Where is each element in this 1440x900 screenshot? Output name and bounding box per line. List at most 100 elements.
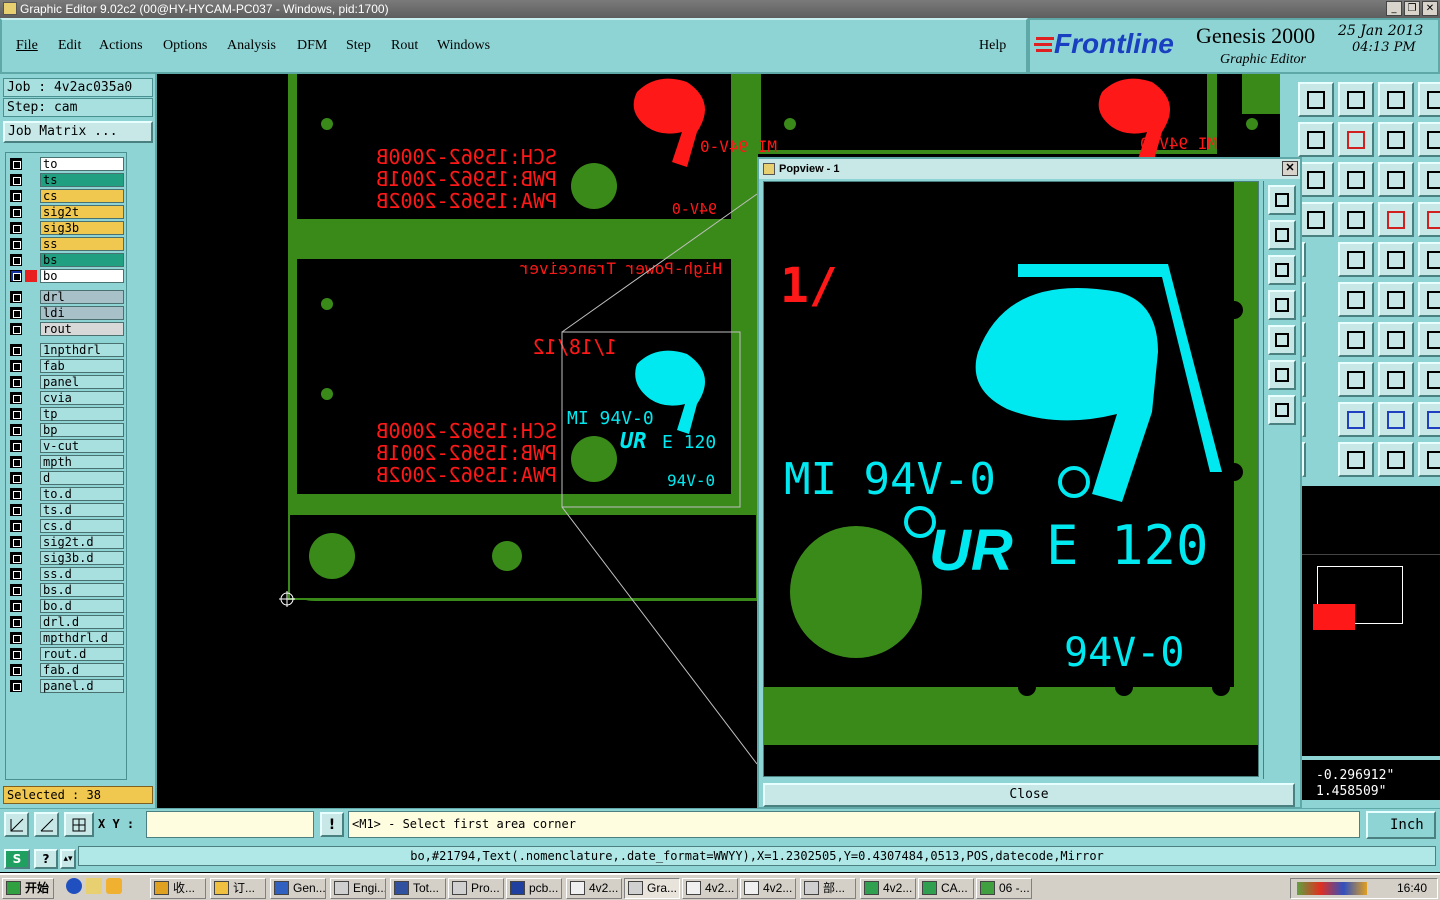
layer-row-sig3b.d[interactable]: sig3b.d [8, 551, 126, 566]
vector-icon[interactable] [1338, 242, 1374, 277]
slash-icon[interactable] [1338, 322, 1374, 357]
layer-name[interactable]: bs.d [40, 583, 124, 597]
layer-checkbox[interactable] [10, 158, 22, 170]
menu-windows[interactable]: Windows [437, 38, 490, 54]
layer-checkbox[interactable] [10, 376, 22, 388]
route-icon[interactable] [1302, 242, 1306, 277]
layer-name[interactable]: bo.d [40, 599, 124, 613]
taskbar-item[interactable]: 4v2... [682, 878, 738, 899]
grid-snap-icon[interactable] [64, 812, 94, 837]
node-icon-2[interactable] [1418, 282, 1440, 317]
pan-icon[interactable] [1298, 162, 1334, 197]
job-matrix-button[interactable]: Job Matrix ... [3, 121, 153, 143]
layer-checkbox[interactable] [10, 680, 22, 692]
menu-actions[interactable]: Actions [99, 38, 143, 54]
layer-row-cvia[interactable]: cvia [8, 391, 126, 406]
arc-icon[interactable] [1378, 322, 1414, 357]
layer-checkbox[interactable] [10, 174, 22, 186]
taskbar-item[interactable]: pcb... [506, 878, 562, 899]
layer-name[interactable]: mpth [40, 455, 124, 469]
layer-row-fab.d[interactable]: fab.d [8, 663, 126, 678]
dot-icon[interactable] [1418, 242, 1440, 277]
triangle-icon-3[interactable] [1378, 402, 1414, 437]
layer-red-icon[interactable] [1378, 202, 1414, 237]
layer-checkbox[interactable] [10, 616, 22, 628]
layer-checkbox[interactable] [10, 472, 22, 484]
layer-row-tp[interactable]: tp [8, 407, 126, 422]
menu-analysis[interactable]: Analysis [227, 38, 276, 54]
pointer-icon-4[interactable] [1418, 442, 1440, 477]
layer-name[interactable]: rout.d [40, 647, 124, 661]
layer-row-panel.d[interactable]: panel.d [8, 679, 126, 694]
layer-name[interactable]: ss [40, 237, 124, 251]
pop-tool-7-icon[interactable] [1268, 395, 1296, 425]
layer-row-d[interactable]: d [8, 471, 126, 486]
layer-checkbox[interactable] [10, 190, 22, 202]
save-icon[interactable] [1338, 82, 1374, 117]
layer-checkbox[interactable] [10, 504, 22, 516]
layer-row-rout.d[interactable]: rout.d [8, 647, 126, 662]
home-icon[interactable] [1378, 82, 1414, 117]
layer-checkbox[interactable] [10, 488, 22, 500]
layer-row-1npthdrl[interactable]: 1npthdrl [8, 343, 126, 358]
pointer-icon-3[interactable] [1378, 442, 1414, 477]
start-button[interactable]: 开始 [2, 878, 54, 899]
layer-checkbox[interactable] [10, 552, 22, 564]
layer-name[interactable]: v-cut [40, 439, 124, 453]
taskbar-item[interactable]: Gra... [624, 878, 680, 899]
taskbar-item[interactable]: 部... [800, 878, 856, 899]
layer-checkbox[interactable] [10, 238, 22, 250]
node-icon[interactable] [1378, 282, 1414, 317]
zoom-box-icon[interactable] [1298, 202, 1334, 237]
layer-name[interactable]: 1npthdrl [40, 343, 124, 357]
overview-map[interactable] [1302, 486, 1440, 756]
layer-row-ss[interactable]: ss [8, 237, 126, 252]
layer-name[interactable]: bp [40, 423, 124, 437]
layer-checkbox[interactable] [10, 408, 22, 420]
triangle-icon-2[interactable] [1338, 402, 1374, 437]
layer-row-sig3b[interactable]: sig3b [8, 221, 126, 236]
minimize-button[interactable]: _ [1386, 1, 1402, 16]
layer-checkbox[interactable] [10, 360, 22, 372]
line-icon[interactable] [1302, 322, 1306, 357]
layer-row-drl[interactable]: drl [8, 290, 126, 305]
status-spinner-icon[interactable]: ▴▾ [60, 849, 76, 869]
grid-icon[interactable] [1338, 202, 1374, 237]
layer-name[interactable]: cs.d [40, 519, 124, 533]
layer-checkbox[interactable] [10, 664, 22, 676]
taskbar-item[interactable]: 订... [210, 878, 266, 899]
layer-name[interactable]: drl [40, 290, 124, 304]
h-line-icon[interactable] [1302, 362, 1306, 397]
measure-box-icon[interactable] [1378, 362, 1414, 397]
layer-name[interactable]: sig2t [40, 205, 124, 219]
layer-row-sig2t[interactable]: sig2t [8, 205, 126, 220]
popview-close-button[interactable]: Close [763, 783, 1295, 807]
layer-name[interactable]: tp [40, 407, 124, 421]
menu-help[interactable]: Help [979, 38, 1006, 54]
help-icon[interactable]: ? [34, 849, 58, 869]
layer-checkbox[interactable] [10, 206, 22, 218]
layer-checkbox[interactable] [10, 307, 22, 319]
ruler-icon[interactable] [1378, 242, 1414, 277]
layer-row-bs[interactable]: bs [8, 253, 126, 268]
layer-name[interactable]: bo [40, 269, 124, 283]
zoom-one-icon[interactable] [1378, 162, 1414, 197]
layer-name[interactable]: to.d [40, 487, 124, 501]
layer-row-to.d[interactable]: to.d [8, 487, 126, 502]
layer-checkbox[interactable] [10, 392, 22, 404]
layer-checkbox[interactable] [10, 648, 22, 660]
triangle-icon[interactable] [1302, 402, 1306, 437]
layer-row-ldi[interactable]: ldi [8, 306, 126, 321]
layer-name[interactable]: ts.d [40, 503, 124, 517]
popview-canvas[interactable]: 1/ MI 94V-0 UR E 120 94V-0 [763, 181, 1259, 777]
layer-checkbox[interactable] [10, 270, 22, 282]
menu-edit[interactable]: Edit [58, 38, 81, 54]
layer-row-v-cut[interactable]: v-cut [8, 439, 126, 454]
layer-name[interactable]: sig3b.d [40, 551, 124, 565]
undo-icon[interactable] [1298, 122, 1334, 157]
layer-name[interactable]: fab [40, 359, 124, 373]
folder-icon[interactable] [86, 878, 102, 894]
layer-row-bp[interactable]: bp [8, 423, 126, 438]
layer-row-bs.d[interactable]: bs.d [8, 583, 126, 598]
layer-name[interactable]: cs [40, 189, 124, 203]
